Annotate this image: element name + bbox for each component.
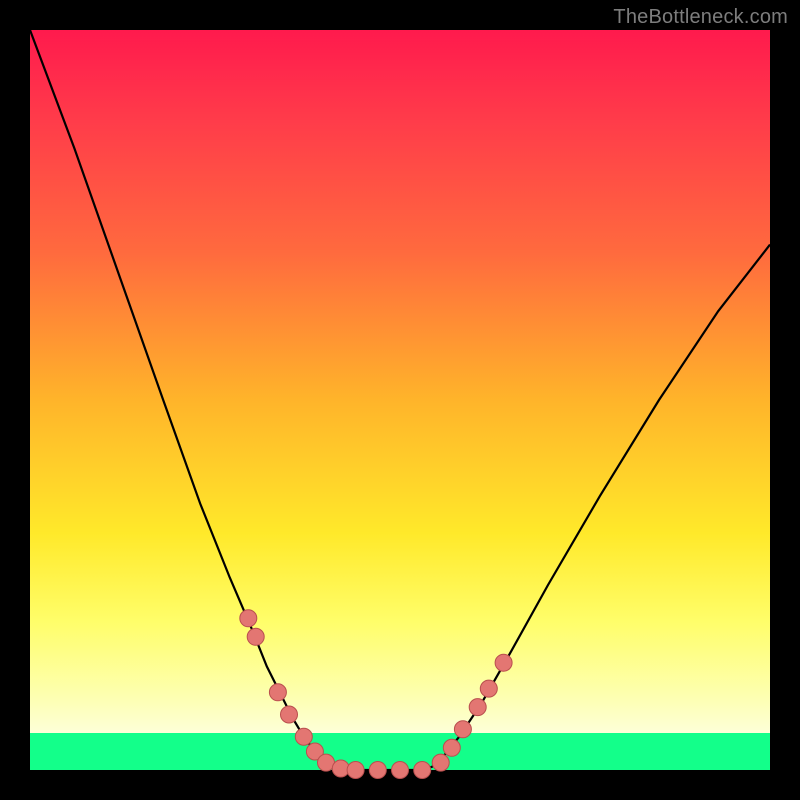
- watermark-text: TheBottleneck.com: [613, 6, 788, 29]
- data-point: [347, 762, 364, 779]
- data-point: [432, 754, 449, 771]
- plot-area: [30, 30, 770, 770]
- curve-path: [30, 30, 770, 770]
- points-group: [240, 610, 512, 779]
- data-point: [295, 728, 312, 745]
- data-point: [454, 721, 471, 738]
- data-point: [269, 684, 286, 701]
- data-point: [240, 610, 257, 627]
- data-point: [469, 699, 486, 716]
- data-point: [414, 762, 431, 779]
- chart-frame: TheBottleneck.com: [0, 0, 800, 800]
- data-point: [369, 762, 386, 779]
- data-point: [495, 654, 512, 671]
- data-point: [281, 706, 298, 723]
- data-point: [392, 762, 409, 779]
- data-point: [480, 680, 497, 697]
- data-point: [247, 628, 264, 645]
- data-point: [443, 739, 460, 756]
- chart-svg: [30, 30, 770, 770]
